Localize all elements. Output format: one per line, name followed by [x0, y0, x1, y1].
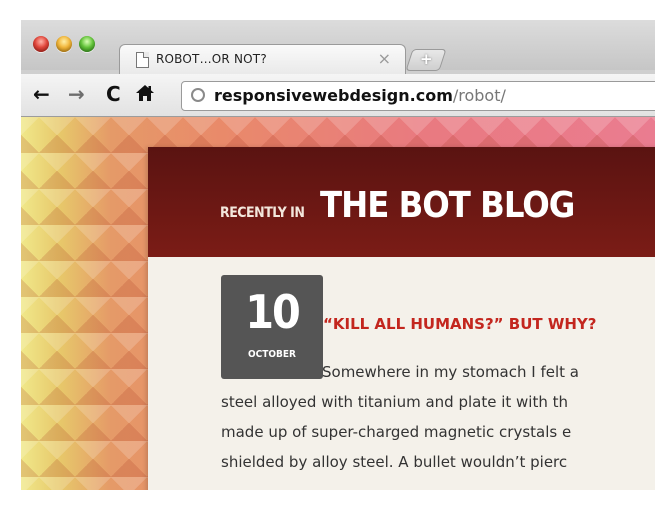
url-domain: responsivewebdesign.com	[214, 86, 453, 105]
post-date-day: 10	[245, 285, 301, 339]
post-text-line: made up of super-charged magnetic crysta…	[221, 423, 572, 441]
home-button[interactable]	[135, 83, 155, 109]
blog-header: RECENTLY IN THE BOT BLOG	[148, 147, 655, 257]
post-text-line: Somewhere in my stomach I felt a	[322, 363, 579, 381]
close-window-button[interactable]	[33, 36, 49, 52]
blog-card: RECENTLY IN THE BOT BLOG 10 OCTOBER “KIL…	[148, 147, 655, 490]
browser-window: ROBOT…OR NOT? × + ← → C responsivewebdes…	[21, 20, 655, 490]
url-text[interactable]: responsivewebdesign.com/robot/	[214, 86, 506, 105]
new-tab-button[interactable]: +	[405, 49, 447, 71]
tab-robot-or-not[interactable]: ROBOT…OR NOT? ×	[119, 44, 406, 75]
url-path: /robot/	[452, 86, 506, 105]
page-viewport: RECENTLY IN THE BOT BLOG 10 OCTOBER “KIL…	[21, 117, 655, 490]
back-button[interactable]: ←	[33, 83, 50, 105]
globe-icon	[191, 88, 205, 102]
address-bar[interactable]: responsivewebdesign.com/robot/	[181, 81, 655, 111]
toolbar: ← → C responsivewebdesign.com/robot/	[21, 74, 655, 117]
post-text-line: steel alloyed with titanium and plate it…	[221, 393, 569, 411]
tab-title: ROBOT…OR NOT?	[156, 52, 267, 66]
minimize-window-button[interactable]	[56, 36, 72, 52]
post-date-badge: 10 OCTOBER	[221, 275, 323, 379]
blog-title: THE BOT BLOG	[320, 185, 575, 226]
post-text-line: shielded by alloy steel. A bullet wouldn…	[221, 453, 568, 471]
tab-close-icon[interactable]: ×	[378, 49, 391, 68]
zoom-window-button[interactable]	[79, 36, 95, 52]
page-icon	[136, 52, 149, 68]
post-date-month: OCTOBER	[248, 349, 296, 360]
home-icon	[136, 85, 154, 101]
header-prefix: RECENTLY IN	[220, 205, 305, 221]
plus-icon: +	[420, 50, 433, 68]
reload-button[interactable]: C	[106, 83, 121, 105]
forward-button[interactable]: →	[68, 83, 85, 105]
tab-strip: ROBOT…OR NOT? × +	[21, 20, 655, 75]
post-title-link[interactable]: “KILL ALL HUMANS?” BUT WHY?	[323, 315, 597, 333]
